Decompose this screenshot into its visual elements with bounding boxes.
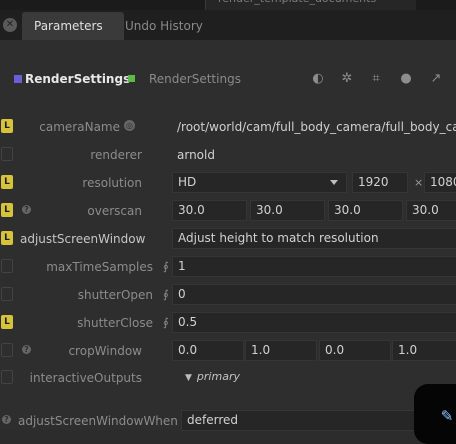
node-name: RenderSettings: [25, 72, 131, 86]
node-header: RenderSettings RenderSettings ◐ ✲ ⌗ ● ↗: [0, 66, 456, 94]
arrow-icon[interactable]: ↗: [428, 71, 444, 87]
param-row-shutterOpen: shutterOpen ∮ 0: [0, 283, 456, 307]
param-label: maxTimeSamples: [46, 260, 153, 274]
network-icon[interactable]: ⌗: [368, 71, 384, 87]
overscan-field-2[interactable]: 30.0: [250, 200, 325, 221]
crop-window-field-4[interactable]: 1.0: [392, 340, 456, 361]
expression-icon[interactable]: ∮: [163, 316, 169, 329]
primary-label: primary: [196, 370, 240, 383]
lock-icon[interactable]: [1, 370, 13, 384]
param-label: overscan: [87, 204, 142, 218]
param-label: interactiveOutputs: [29, 371, 142, 385]
crop-window-field-3[interactable]: 0.0: [319, 340, 391, 361]
shutter-close-field[interactable]: 0.5: [172, 312, 456, 333]
camera-picker-icon[interactable]: ◎: [124, 120, 135, 131]
max-time-samples-field[interactable]: 1: [172, 256, 456, 277]
param-row-overscan: L ? overscan 30.0 30.0 30.0 30.0: [0, 199, 456, 223]
close-icon[interactable]: ✕: [3, 18, 17, 32]
tab-undo-history[interactable]: Undo History: [115, 12, 213, 40]
param-label: adjustScreenWindowWhen: [18, 414, 178, 428]
param-row-resolution: L resolution HD 1920 × 1080: [0, 171, 456, 195]
lock-icon[interactable]: L: [1, 203, 13, 217]
crop-window-field-1[interactable]: 0.0: [172, 340, 244, 361]
tab-parameters[interactable]: Parameters: [22, 12, 124, 40]
crop-window-field-2[interactable]: 1.0: [245, 340, 317, 361]
parameters-panel: RenderSettings RenderSettings ◐ ✲ ⌗ ● ↗ …: [0, 40, 456, 433]
param-row-cropWindow: ? cropWindow 0.0 1.0 0.0 1.0: [0, 339, 456, 363]
node-color-square: [14, 75, 22, 83]
param-label: adjustScreenWindow: [20, 232, 146, 246]
sparkle-edit-icon[interactable]: ✎: [437, 406, 456, 426]
lock-icon[interactable]: [1, 287, 13, 301]
expression-icon[interactable]: ∮: [163, 288, 169, 301]
lock-icon[interactable]: [1, 343, 13, 357]
param-row-renderer: renderer arnold: [0, 143, 456, 167]
resolution-preset-dropdown[interactable]: HD: [172, 172, 347, 193]
lock-icon[interactable]: L: [1, 231, 13, 245]
lock-icon[interactable]: [1, 147, 13, 161]
param-row-interactiveOutputs: interactiveOutputs ▼ primary: [0, 366, 456, 390]
param-label: cameraName: [39, 120, 120, 134]
param-label: renderer: [90, 148, 142, 162]
resolution-times: ×: [414, 176, 424, 189]
primary-group-toggle[interactable]: ▼ primary: [185, 370, 240, 383]
node-flag-square[interactable]: [128, 75, 135, 82]
help-icon[interactable]: ?: [2, 415, 11, 424]
obscured-title-text: render_template_documents: [218, 0, 376, 5]
chevron-down-icon: [330, 180, 338, 185]
param-label: cropWindow: [68, 344, 142, 358]
help-icon[interactable]: ?: [22, 345, 31, 354]
resolution-width-field[interactable]: 1920: [352, 172, 408, 193]
param-row-shutterClose: L shutterClose ∮ 0.5: [0, 311, 456, 335]
overscan-field-3[interactable]: 30.0: [328, 200, 403, 221]
tab-bar: ✕ Parameters Undo History: [0, 10, 456, 40]
chat-icon[interactable]: ●: [398, 71, 414, 87]
node-type: RenderSettings: [149, 72, 241, 86]
param-row-adjustScreenWindow: L adjustScreenWindow Adjust height to ma…: [0, 227, 456, 251]
param-label: shutterClose: [77, 316, 153, 330]
camera-name-value[interactable]: /root/world/cam/full_body_camera/full_bo…: [177, 120, 456, 134]
param-row-maxTimeSamples: maxTimeSamples ∮ 1: [0, 255, 456, 279]
node-icon[interactable]: ◐: [310, 71, 326, 87]
resolution-preset-value: HD: [178, 175, 197, 189]
top-strip: render_template_documents: [0, 0, 456, 10]
param-label: resolution: [82, 176, 142, 190]
param-row-adjustScreenWindowWhen: ? adjustScreenWindowWhen deferred: [0, 409, 456, 433]
lock-icon[interactable]: [1, 259, 13, 273]
renderer-value[interactable]: arnold: [177, 148, 215, 162]
lock-icon[interactable]: L: [1, 175, 13, 189]
expression-icon[interactable]: ∮: [163, 260, 169, 273]
obscured-window-title: render_template_documents: [205, 0, 416, 10]
help-icon[interactable]: ?: [22, 205, 31, 214]
resolution-height-field[interactable]: 1080: [424, 172, 456, 193]
overscan-field-4[interactable]: 30.0: [406, 200, 456, 221]
param-row-cameraName: L cameraName ◎ /root/world/cam/full_body…: [0, 115, 456, 139]
shutter-open-field[interactable]: 0: [172, 284, 456, 305]
lock-icon[interactable]: L: [1, 315, 13, 329]
lock-icon[interactable]: L: [1, 119, 13, 133]
gear-icon[interactable]: ✲: [339, 71, 355, 87]
param-label: shutterOpen: [77, 288, 153, 302]
adjust-screen-window-dropdown[interactable]: Adjust height to match resolution: [172, 228, 456, 249]
overscan-field-1[interactable]: 30.0: [172, 200, 247, 221]
triangle-down-icon: ▼: [185, 373, 192, 383]
